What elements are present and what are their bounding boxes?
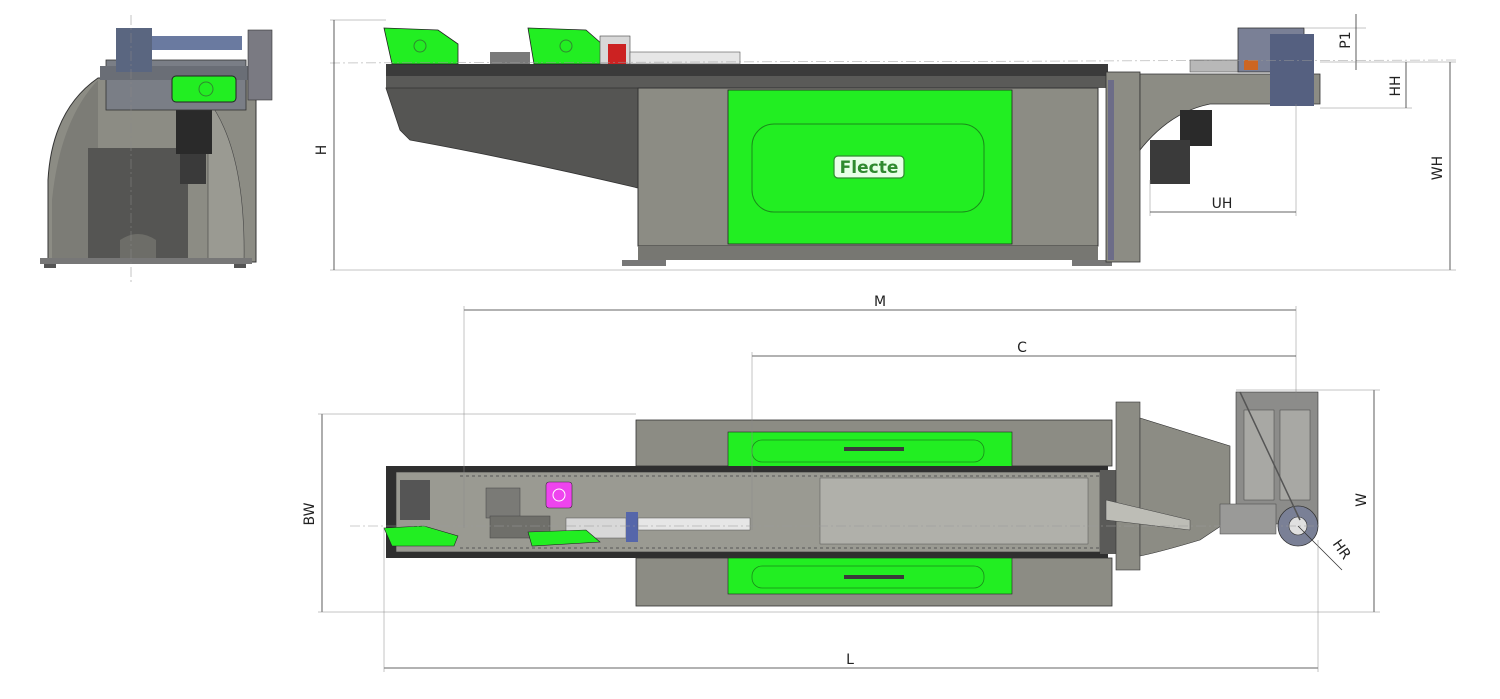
dimension-label-hr: HR — [1329, 537, 1354, 563]
dimension-label-h: H — [314, 145, 330, 156]
dimension-label-c: C — [1017, 340, 1027, 356]
dimension-label-hh: HH — [1388, 75, 1404, 96]
dimension-label-wh: WH — [1430, 156, 1446, 180]
top-view — [350, 391, 1320, 607]
machine-drawing: Flecte H P1 HH WH UH M C BW W HR L — [40, 14, 1457, 672]
dimension-label-uh: UH — [1212, 196, 1233, 212]
dimension-label-bw: BW — [302, 502, 318, 525]
flecte-logo-text: Flecte — [840, 158, 899, 178]
front-view — [40, 15, 273, 285]
dimension-label-w: W — [1354, 493, 1370, 507]
dimension-label-l: L — [846, 652, 854, 668]
dimension-label-m: M — [874, 294, 886, 310]
side-view: Flecte — [329, 27, 1457, 266]
dimension-label-p1: P1 — [1338, 31, 1354, 48]
